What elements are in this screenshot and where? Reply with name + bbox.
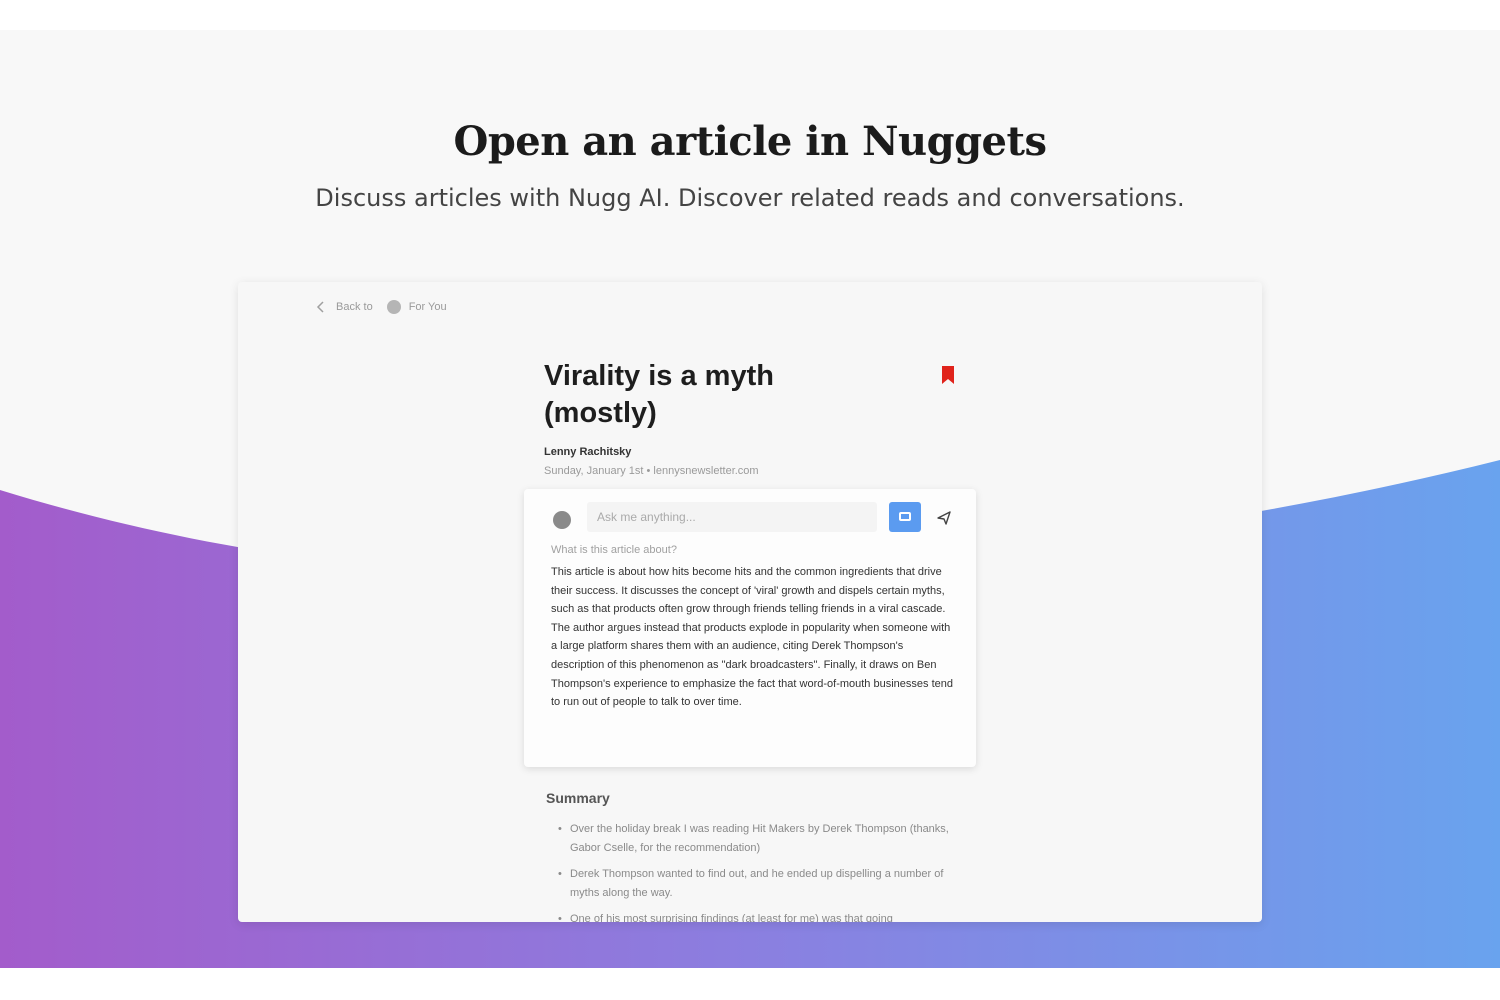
summary-list: Over the holiday break I was reading Hit… [556, 820, 956, 922]
app-window: Back to For You Virality is a myth (most… [238, 282, 1262, 922]
hero-title: Open an article in Nuggets [453, 118, 1047, 165]
nugg-ai-chat-panel: What is this article about? This article… [524, 489, 976, 767]
article-title: Virality is a myth (mostly) [544, 360, 774, 429]
summary-item: Derek Thompson wanted to find out, and h… [556, 865, 956, 902]
marketing-stage: Open an article in Nuggets Discuss artic… [0, 30, 1500, 968]
back-to-label[interactable]: Back to [336, 301, 373, 313]
message-icon [899, 512, 911, 521]
breadcrumb-section[interactable]: For You [409, 301, 447, 313]
breadcrumb[interactable]: Back to For You [314, 300, 447, 314]
summary-item: One of his most surprising findings (at … [556, 910, 956, 922]
chevron-left-icon[interactable] [314, 300, 328, 314]
chat-answer: This article is about how hits become hi… [551, 566, 953, 709]
article-meta: Sunday, January 1st • lennysnewsletter.c… [544, 465, 759, 477]
nugg-ai-avatar-icon [553, 511, 571, 529]
bookmark-icon[interactable] [942, 366, 954, 384]
summary-heading: Summary [546, 790, 610, 806]
hero-subtitle: Discuss articles with Nugg AI. Discover … [315, 184, 1185, 212]
send-icon[interactable] [937, 511, 951, 525]
chat-action-button[interactable] [889, 502, 921, 532]
ask-input[interactable] [587, 502, 877, 532]
summary-item: Over the holiday break I was reading Hit… [556, 820, 956, 857]
for-you-icon [386, 300, 401, 314]
chat-question: What is this article about? [551, 544, 677, 556]
article-author: Lenny Rachitsky [544, 446, 632, 458]
